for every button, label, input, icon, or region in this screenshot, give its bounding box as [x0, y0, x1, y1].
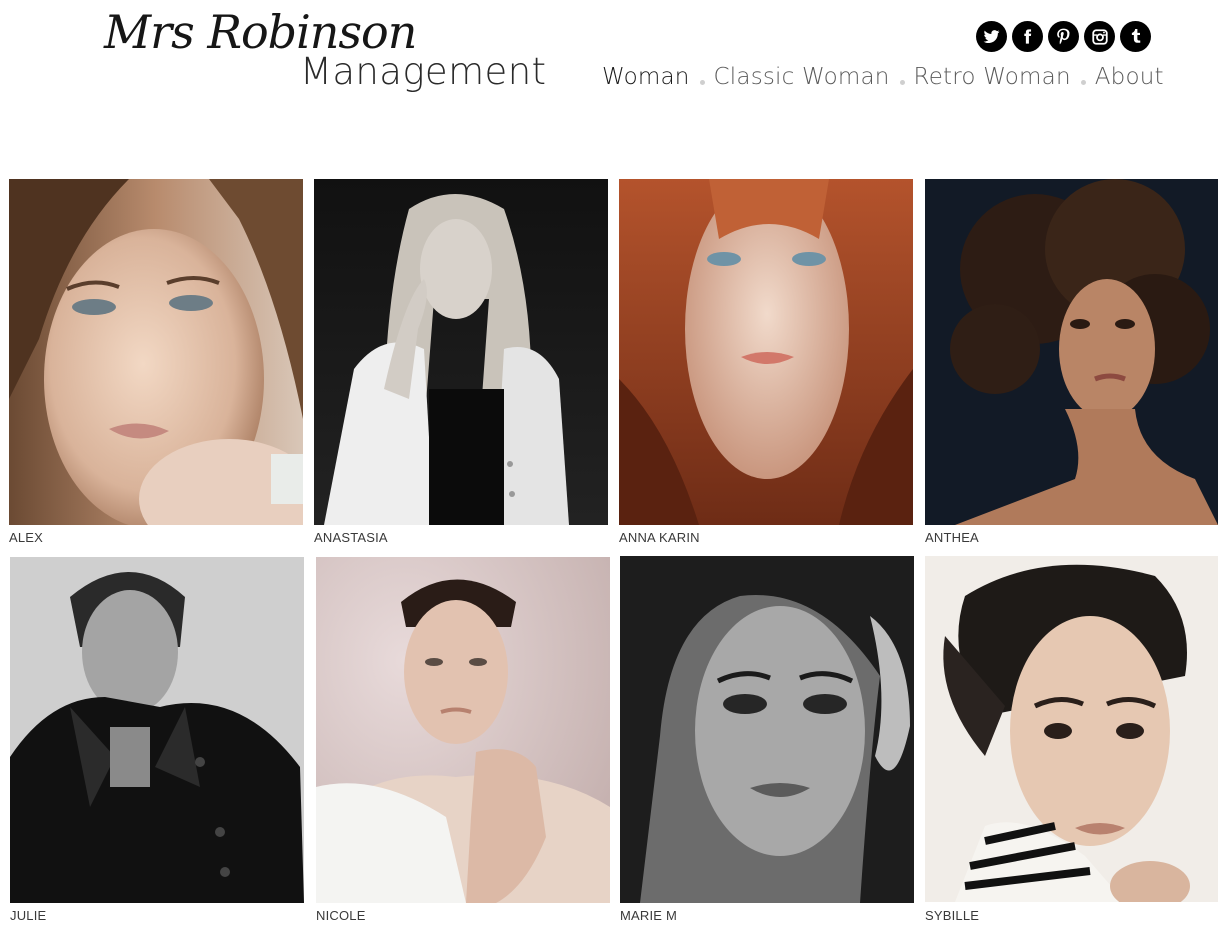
model-photo[interactable]: [314, 179, 608, 525]
nav-item-about[interactable]: About: [1095, 64, 1164, 90]
model-name[interactable]: SYBILLE: [925, 908, 979, 923]
nav-item-woman[interactable]: Woman: [602, 64, 690, 90]
instagram-icon[interactable]: [1084, 21, 1115, 52]
model-photo[interactable]: [620, 556, 914, 903]
nav-separator: [1080, 79, 1086, 85]
model-name[interactable]: JULIE: [10, 908, 46, 923]
nav-separator: [899, 79, 905, 85]
model-card-nicole[interactable]: NICOLE: [316, 557, 610, 929]
model-photo[interactable]: [925, 556, 1218, 902]
model-card-anna-karin[interactable]: ANNA KARIN: [619, 179, 913, 549]
model-photo[interactable]: [10, 557, 304, 903]
model-name[interactable]: ANNA KARIN: [619, 530, 700, 545]
twitter-icon[interactable]: [976, 21, 1007, 52]
tumblr-icon[interactable]: [1120, 21, 1151, 52]
model-card-sybille[interactable]: SYBILLE: [925, 556, 1218, 928]
model-photo[interactable]: [925, 179, 1218, 525]
facebook-icon[interactable]: [1012, 21, 1043, 52]
site-logo[interactable]: Mrs Robinson Management: [104, 6, 574, 98]
model-photo[interactable]: [316, 557, 610, 903]
model-photo[interactable]: [619, 179, 913, 525]
model-name[interactable]: ANTHEA: [925, 530, 979, 545]
model-card-marie-m[interactable]: MARIE M: [620, 556, 914, 928]
social-links: [976, 21, 1151, 52]
model-photo[interactable]: [9, 179, 303, 525]
nav-item-classic-woman[interactable]: Classic Woman: [714, 64, 890, 90]
model-card-anthea[interactable]: ANTHEA: [925, 179, 1218, 549]
main-nav: Woman Classic Woman Retro Woman About: [602, 60, 1164, 94]
model-card-anastasia[interactable]: ANASTASIA: [314, 179, 608, 549]
model-name[interactable]: ALEX: [9, 530, 43, 545]
nav-item-retro-woman[interactable]: Retro Woman: [914, 64, 1071, 90]
model-name[interactable]: MARIE M: [620, 908, 677, 923]
logo-main-text: Management: [300, 50, 547, 93]
pinterest-icon[interactable]: [1048, 21, 1079, 52]
nav-separator: [699, 79, 705, 85]
page: Mrs Robinson Management Woman Classic Wo…: [0, 0, 1226, 943]
model-name[interactable]: ANASTASIA: [314, 530, 388, 545]
model-name[interactable]: NICOLE: [316, 908, 366, 923]
model-card-julie[interactable]: JULIE: [10, 557, 304, 929]
model-card-alex[interactable]: ALEX: [9, 179, 303, 549]
